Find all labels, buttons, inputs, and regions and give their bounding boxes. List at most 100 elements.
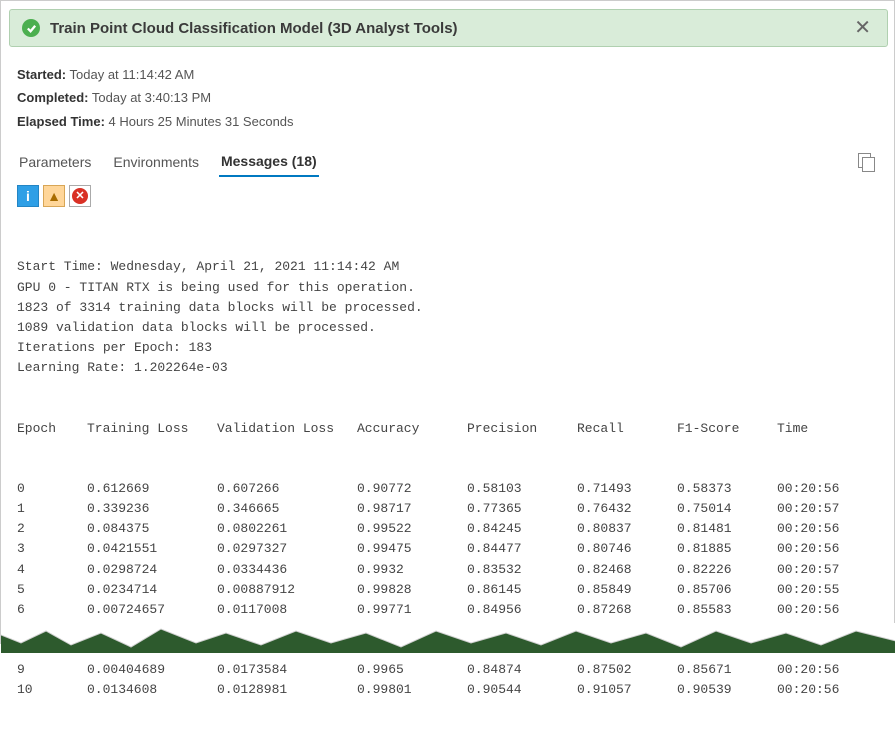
table-cell: 5 <box>17 580 87 600</box>
table-cell: 00:20:55 <box>777 580 867 600</box>
run-metadata: Started: Today at 11:14:42 AM Completed:… <box>1 55 895 143</box>
table-cell: 0.90544 <box>467 680 577 700</box>
table-row: 20.0843750.08022610.995220.842450.80837 0… <box>17 519 880 539</box>
success-check-icon <box>22 19 40 37</box>
table-cell: 0.9932 <box>357 560 467 580</box>
table-cell: 4 <box>17 560 87 580</box>
table-cell: 0.85706 <box>677 580 777 600</box>
log-line: Iterations per Epoch: 183 <box>17 338 880 358</box>
table-cell: 0.0173584 <box>217 660 357 680</box>
table-cell: 0.84245 <box>467 519 577 539</box>
warning-filter-icon[interactable]: ▲ <box>43 185 65 207</box>
close-button[interactable]: ✕ <box>850 18 875 38</box>
table-cell: 0.76432 <box>577 499 677 519</box>
col-accuracy: Accuracy <box>357 419 467 439</box>
log-line: 1823 of 3314 training data blocks will b… <box>17 298 880 318</box>
table-row: 30.04215510.02973270.994750.844770.80746… <box>17 539 880 559</box>
table-cell: 00:20:56 <box>777 479 867 499</box>
tab-parameters[interactable]: Parameters <box>17 148 93 176</box>
table-cell: 0.87502 <box>577 660 677 680</box>
table-cell: 0.84477 <box>467 539 577 559</box>
message-log: Start Time: Wednesday, April 21, 2021 11… <box>1 213 895 737</box>
table-cell: 00:20:56 <box>777 539 867 559</box>
table-row: 50.02347140.008879120.998280.861450.8584… <box>17 580 880 600</box>
table-cell: 0.99475 <box>357 539 467 559</box>
table-cell: 0.85583 <box>677 600 777 620</box>
table-cell: 0.99828 <box>357 580 467 600</box>
table-cell: 10 <box>17 680 87 700</box>
table-row: 60.007246570.01170080.997710.849560.8726… <box>17 600 880 620</box>
table-cell: 00:20:57 <box>777 499 867 519</box>
error-x-icon: ✕ <box>72 188 88 204</box>
error-filter-icon[interactable]: ✕ <box>69 185 91 207</box>
col-recall: Recall <box>577 419 677 439</box>
table-cell: 0.00887912 <box>217 580 357 600</box>
table-cell: 0.91057 <box>577 680 677 700</box>
table-cell: 00:20:56 <box>777 680 867 700</box>
table-cell: 0.86145 <box>467 580 577 600</box>
status-header: Train Point Cloud Classification Model (… <box>9 9 888 47</box>
started-label: Started: <box>17 67 66 82</box>
col-time: Time <box>777 419 867 439</box>
table-cell: 00:20:56 <box>777 600 867 620</box>
table-cell: 6 <box>17 600 87 620</box>
completed-value: Today at 3:40:13 PM <box>92 90 211 105</box>
started-value: Today at 11:14:42 AM <box>70 67 195 82</box>
copy-icon[interactable] <box>858 153 874 171</box>
table-cell: 0.0134608 <box>87 680 217 700</box>
table-cell: 0.99522 <box>357 519 467 539</box>
table-row: 10.3392360.3466650.987170.773650.764320.… <box>17 499 880 519</box>
table-cell: 00:20:56 <box>777 519 867 539</box>
table-cell: 0.0298724 <box>87 560 217 580</box>
table-cell: 0.0234714 <box>87 580 217 600</box>
table-cell: 0.75014 <box>677 499 777 519</box>
table-cell: 0.0297327 <box>217 539 357 559</box>
table-row: 00.6126690.6072660.907720.581030.714930.… <box>17 479 880 499</box>
log-line: 1089 validation data blocks will be proc… <box>17 318 880 338</box>
col-f1score: F1-Score <box>677 419 777 439</box>
table-cell: 0.84874 <box>467 660 577 680</box>
table-row: 100.01346080.01289810.998010.905440.9105… <box>17 680 880 700</box>
metrics-table-header: Epoch Training Loss Validation Loss Accu… <box>17 419 880 439</box>
log-line: Learning Rate: 1.202264e-03 <box>17 358 880 378</box>
info-filter-icon[interactable]: i <box>17 185 39 207</box>
table-cell: 2 <box>17 519 87 539</box>
completed-label: Completed: <box>17 90 89 105</box>
tab-messages[interactable]: Messages (18) <box>219 147 319 177</box>
table-cell: 0.71493 <box>577 479 677 499</box>
table-cell: 9 <box>17 660 87 680</box>
col-validation-loss: Validation Loss <box>217 419 357 439</box>
table-cell: 0.00724657 <box>87 600 217 620</box>
table-cell: 0.9965 <box>357 660 467 680</box>
table-cell: 0.58373 <box>677 479 777 499</box>
table-cell: 0.0128981 <box>217 680 357 700</box>
table-cell: 0 <box>17 479 87 499</box>
table-cell: 3 <box>17 539 87 559</box>
log-line: Start Time: Wednesday, April 21, 2021 11… <box>17 257 880 277</box>
table-cell: 0.80837 <box>577 519 677 539</box>
table-cell: 0.346665 <box>217 499 357 519</box>
table-cell: 0.98717 <box>357 499 467 519</box>
col-training-loss: Training Loss <box>87 419 217 439</box>
log-line: GPU 0 - TITAN RTX is being used for this… <box>17 278 880 298</box>
tab-bar: Parameters Environments Messages (18) <box>1 143 895 177</box>
table-cell: 0.0421551 <box>87 539 217 559</box>
table-cell: 1 <box>17 499 87 519</box>
col-epoch: Epoch <box>17 419 87 439</box>
tab-environments[interactable]: Environments <box>111 148 201 176</box>
table-cell: 0.80746 <box>577 539 677 559</box>
elapsed-label: Elapsed Time: <box>17 114 105 129</box>
table-cell: 0.99801 <box>357 680 467 700</box>
message-filter-bar: i ▲ ✕ <box>1 177 895 213</box>
table-cell: 0.58103 <box>467 479 577 499</box>
table-cell: 0.85849 <box>577 580 677 600</box>
table-cell: 0.82226 <box>677 560 777 580</box>
table-cell: 0.00404689 <box>87 660 217 680</box>
table-cell: 0.084375 <box>87 519 217 539</box>
table-cell: 0.81885 <box>677 539 777 559</box>
table-cell: 0.87268 <box>577 600 677 620</box>
col-precision: Precision <box>467 419 577 439</box>
table-cell: 0.77365 <box>467 499 577 519</box>
table-row: 90.004046890.01735840.99650.848740.87502… <box>17 660 880 680</box>
table-cell: 0.0802261 <box>217 519 357 539</box>
